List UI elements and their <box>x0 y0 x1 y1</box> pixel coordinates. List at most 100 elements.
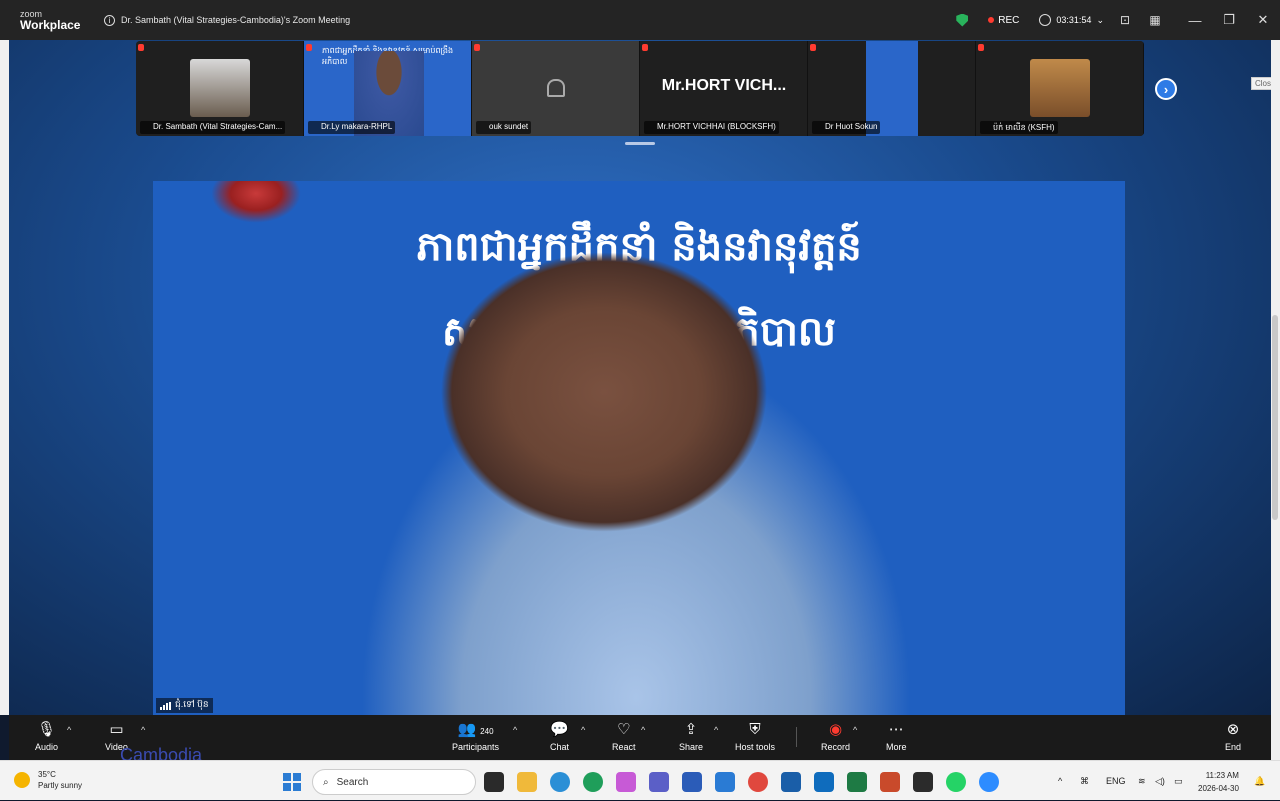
participant-tile[interactable]: ភាពជាអ្នកដឹកនាំ និងនវានុវត្តន៍ សម្រាប់ពង… <box>304 41 472 136</box>
speaker-name: ជុំ.ទៅ ប៊ុន <box>175 699 209 709</box>
tray-icon[interactable]: ⌘ <box>1080 761 1089 801</box>
more-icon: ⋯ <box>888 721 904 738</box>
heart-icon: ♡ <box>617 721 631 738</box>
more-button[interactable]: ⋯ More <box>886 720 907 752</box>
store-icon[interactable] <box>781 772 801 792</box>
page-scrollbar-thumb[interactable] <box>1272 315 1278 520</box>
end-call-icon: ⊗ <box>1226 721 1240 738</box>
participant-name: Dr Huot Sokun <box>812 121 881 134</box>
meeting-title-text: Dr. Sambath (Vital Strategies-Cambodia)'… <box>121 15 351 25</box>
muted-mic-icon <box>642 44 648 51</box>
battery-icon[interactable]: ▭ <box>1174 761 1183 801</box>
chevron-up-icon[interactable]: ^ <box>581 725 585 735</box>
chevron-up-icon[interactable]: ^ <box>513 725 517 735</box>
title-bar: zoom Workplace i Dr. Sambath (Vital Stra… <box>0 0 1280 40</box>
participants-icon: 👥 240 <box>457 721 494 738</box>
host-tools-label: Host tools <box>735 742 776 752</box>
participant-tile[interactable]: Dr. Sambath (Vital Strategies-Cam... <box>136 41 304 136</box>
notifications-icon[interactable]: 🔔 <box>1254 761 1265 801</box>
participant-name: Dr. Sambath (Vital Strategies-Cam... <box>140 121 286 134</box>
chat-icon: 💬 <box>550 721 569 738</box>
language-indicator[interactable]: ENG <box>1106 761 1126 801</box>
participant-tile[interactable]: ប៉ក់ មាលីន (KSFH) <box>976 41 1144 136</box>
minimize-button[interactable]: — <box>1178 13 1212 28</box>
toolbar-divider <box>796 727 797 747</box>
participant-filmstrip: Dr. Sambath (Vital Strategies-Cam... ភាព… <box>136 41 1144 136</box>
search-placeholder: Search <box>336 776 369 788</box>
speaker-person <box>348 251 988 715</box>
file-explorer-icon[interactable] <box>517 772 537 792</box>
meeting-timer[interactable]: 03:31:54 ⌄ <box>1039 14 1104 26</box>
signal-bars-icon <box>160 701 171 710</box>
windows-start-icon[interactable] <box>283 773 301 791</box>
mail-icon[interactable] <box>814 772 834 792</box>
active-speaker-video[interactable]: ភាពជាអ្នកដឹកនាំ និងនវានុវត្តន៍ សម្រាប់ព … <box>153 181 1125 715</box>
close-window-button[interactable]: ✕ <box>1246 12 1280 28</box>
wifi-icon[interactable]: ≋ <box>1138 761 1146 801</box>
muted-mic-icon <box>978 44 984 51</box>
view-layout-icon[interactable]: ▦ <box>1148 13 1162 27</box>
end-button[interactable]: ⊗ End <box>1225 720 1241 752</box>
host-tools-button[interactable]: ⛨ Host tools <box>735 720 775 752</box>
chevron-up-icon[interactable]: ^ <box>141 725 145 735</box>
rec-label: REC <box>998 14 1020 26</box>
task-view-icon[interactable] <box>484 772 504 792</box>
chat-button[interactable]: 💬 Chat <box>550 720 569 752</box>
participant-name: Mr.HORT VICHHAI (BLOCKSFH) <box>644 121 779 134</box>
record-icon: ◉ <box>828 721 843 738</box>
participant-tile[interactable]: Mr.HORT VICH... Mr.HORT VICHHAI (BLOCKSF… <box>640 41 808 136</box>
tray-chevron-up-icon[interactable]: ^ <box>1058 761 1062 801</box>
copilot-icon[interactable] <box>616 772 636 792</box>
share-button[interactable]: ⇪ Share <box>679 720 703 752</box>
share-screen-icon: ⇪ <box>684 721 698 738</box>
calculator-icon[interactable] <box>913 772 933 792</box>
ministry-logo <box>211 181 301 223</box>
chevron-up-icon[interactable]: ^ <box>853 725 857 735</box>
participant-tile[interactable]: ouk sundet <box>472 41 640 136</box>
record-label: Record <box>821 742 851 752</box>
audio-button[interactable]: 🎙 Audio <box>35 720 58 752</box>
weather-widget[interactable]: 35°C Partly sunny <box>14 769 82 791</box>
chevron-down-icon[interactable]: ⌄ <box>1096 15 1104 26</box>
react-button[interactable]: ♡ React <box>612 720 636 752</box>
chrome-icon[interactable] <box>748 772 768 792</box>
system-clock[interactable]: 11:23 AM 2026-04-30 <box>1198 769 1239 795</box>
telegram-icon[interactable] <box>550 772 570 792</box>
participants-button[interactable]: 👥 240 Participants <box>452 720 499 752</box>
muted-mic-icon <box>474 44 480 51</box>
word-icon[interactable] <box>682 772 702 792</box>
participant-tile[interactable]: Dr Huot Sokun <box>808 41 976 136</box>
zoom-app-icon[interactable] <box>979 772 999 792</box>
clock-date: 2026-04-30 <box>1198 784 1239 793</box>
record-button[interactable]: ◉ Record <box>821 720 850 752</box>
shield-icon: ⛨ <box>749 721 761 738</box>
chevron-up-icon[interactable]: ^ <box>641 725 645 735</box>
edge-icon[interactable] <box>583 772 603 792</box>
speaker-name-tag: ជុំ.ទៅ ប៊ុន <box>156 698 213 713</box>
next-page-button[interactable]: › <box>1155 78 1177 100</box>
restore-button[interactable]: ❐ <box>1212 12 1246 28</box>
meeting-title[interactable]: i Dr. Sambath (Vital Strategies-Cambodia… <box>104 14 351 26</box>
info-icon[interactable]: i <box>104 14 115 26</box>
chevron-up-icon[interactable]: ^ <box>67 725 71 735</box>
taskbar-search[interactable]: ⌕ Search <box>312 769 476 795</box>
powerpoint-icon[interactable] <box>880 772 900 792</box>
avatar-placeholder-icon <box>547 79 565 97</box>
whatsapp-icon[interactable] <box>946 772 966 792</box>
more-label: More <box>886 742 907 752</box>
lock-icon[interactable]: ⊡ <box>1118 13 1132 27</box>
chevron-up-icon[interactable]: ^ <box>714 725 718 735</box>
end-label: End <box>1225 742 1242 752</box>
encryption-shield-icon[interactable] <box>956 13 969 27</box>
filmstrip-drag-handle[interactable] <box>625 142 655 145</box>
react-label: React <box>612 742 636 752</box>
excel-icon[interactable] <box>847 772 867 792</box>
brand-bottom: Workplace <box>20 17 81 32</box>
meeting-stage: Dr. Sambath (Vital Strategies-Cam... ភាព… <box>9 40 1271 715</box>
recording-indicator[interactable]: REC <box>988 15 1019 26</box>
share-label: Share <box>679 742 704 752</box>
outlook-icon[interactable] <box>715 772 735 792</box>
muted-mic-icon <box>810 44 816 51</box>
teams-icon[interactable] <box>649 772 669 792</box>
volume-icon[interactable]: ◁) <box>1155 761 1165 801</box>
